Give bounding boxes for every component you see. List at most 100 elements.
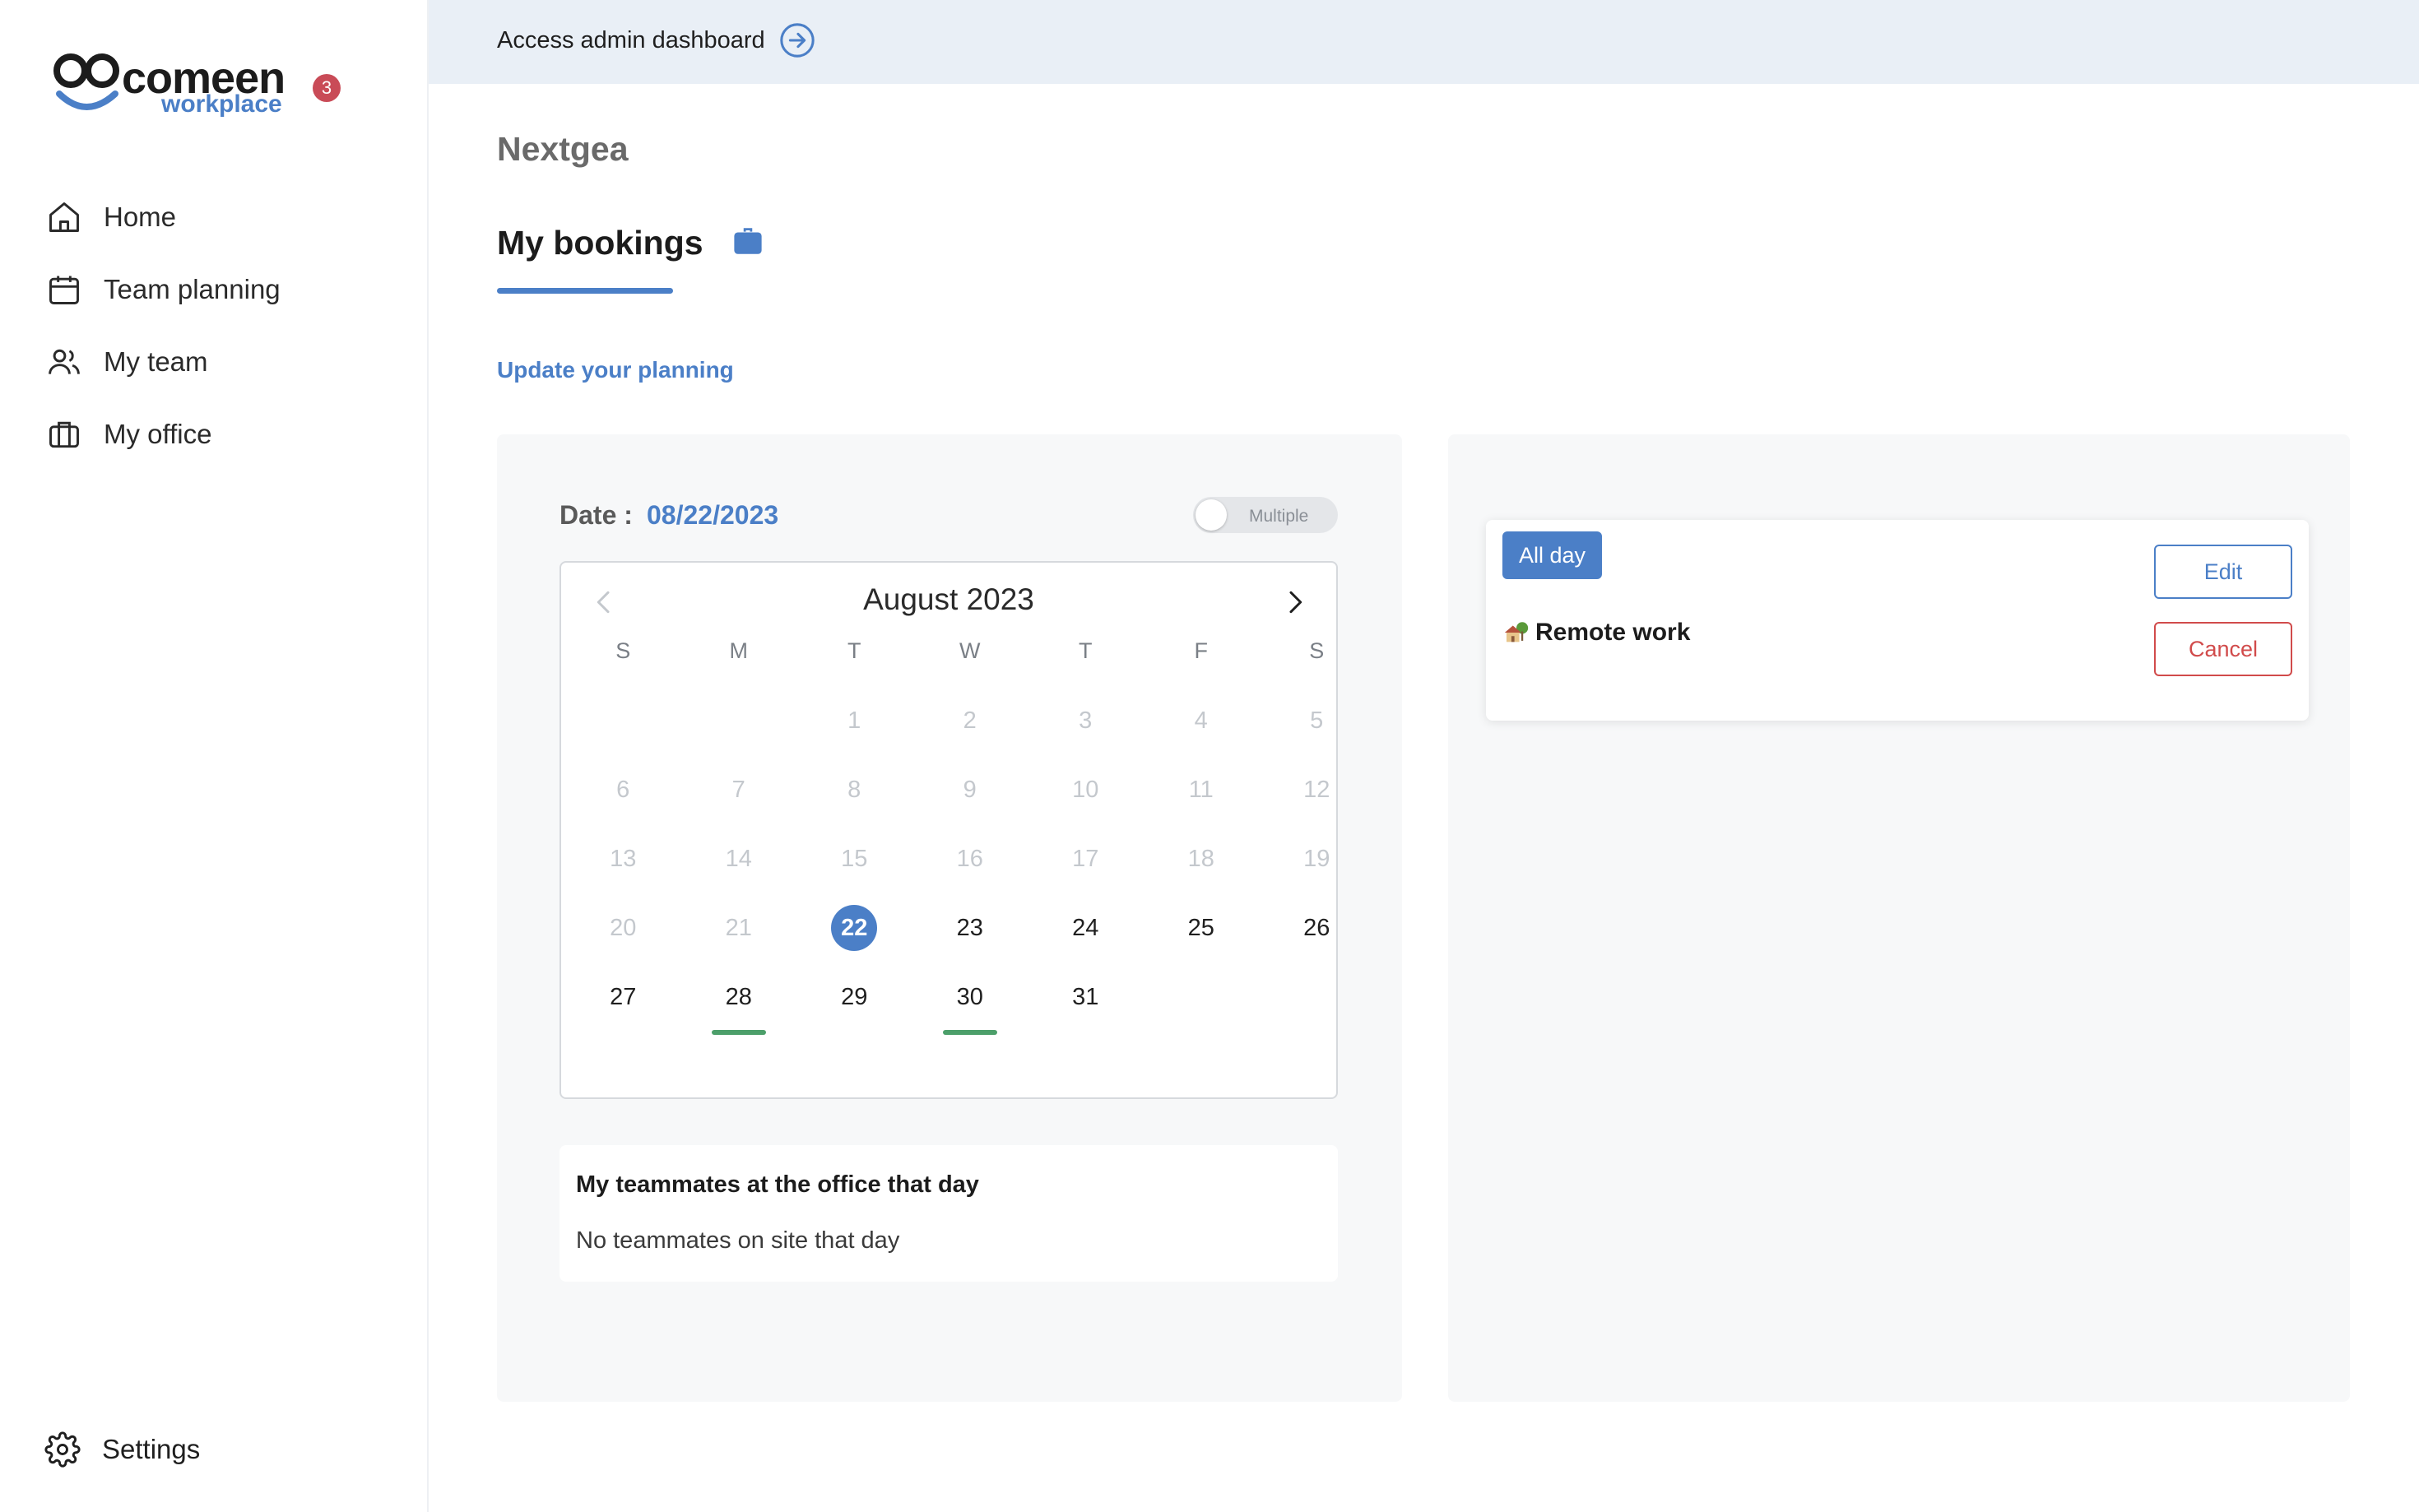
weekday-label: W [959,638,981,663]
date-panel: Date : 08/22/2023 Multiple August 2023 S… [497,434,1402,1402]
calendar-day-number: 2 [963,707,977,734]
sidebar-item-label: Home [104,202,177,232]
calendar-day-number: 19 [1303,846,1330,872]
sidebar-item-home[interactable]: Home [46,181,408,253]
calendar-day-number: 31 [1072,984,1099,1010]
calendar-day-selected[interactable]: 22 [825,903,883,953]
teammates-title: My teammates at the office that day [576,1171,979,1198]
briefcase-icon [49,421,79,448]
calendar-day[interactable]: 25 [1172,903,1230,953]
calendar-day-number: 25 [1187,915,1214,941]
update-planning-link[interactable]: Update your planning [497,357,734,383]
calendar-day: 8 [825,765,883,814]
calendar-day: 2 [941,696,999,745]
booking-panel: All day Remote work Edit Cancel [1448,434,2350,1402]
sidebar: comeen workplace 3 Home Team planning My… [0,0,429,1512]
arrow-right-circle-icon [779,23,815,58]
calendar-day: 12 [1288,765,1345,814]
calendar-day-number: 6 [616,777,630,803]
calendar-day[interactable]: 24 [1056,903,1114,953]
teammates-card: My teammates at the office that day No t… [559,1145,1338,1282]
comeen-logo[interactable]: comeen workplace [51,51,298,120]
calendar-day-number: 7 [731,777,745,803]
calendar-day-number: 9 [963,777,977,803]
calendar-day-number: 27 [610,984,637,1010]
calendar-day-number: 13 [610,846,637,872]
calendar-day[interactable]: 26 [1288,903,1345,953]
calendar-month-label: August 2023 [863,582,1034,616]
admin-dashboard-label: Access admin dashboard [497,26,765,53]
company-name: Nextgea [497,130,629,168]
booked-day-marker [711,1030,766,1035]
calendar-day: 15 [825,834,883,884]
logo-subtitle: workplace [161,90,282,118]
main-nav: Home Team planning My team My office [46,181,408,471]
calendar-day: 14 [710,834,768,884]
briefcase-icon [734,228,762,254]
calendar-day[interactable]: 30 [941,972,999,1035]
page-title: My bookings [497,224,703,262]
calendar-day: 5 [1288,696,1345,745]
users-icon [49,349,80,374]
sidebar-item-my-office[interactable]: My office [46,398,408,471]
calendar-day-number: 26 [1303,915,1330,941]
sidebar-item-my-team[interactable]: My team [46,326,408,398]
calendar-day[interactable]: 31 [1056,972,1114,1022]
calendar-day[interactable]: 29 [825,972,883,1022]
calendar-day: 19 [1288,834,1345,884]
calendar-day: 9 [941,765,999,814]
booking-card: All day Remote work Edit Cancel [1486,520,2309,721]
sidebar-item-label: My office [104,419,212,449]
toggle-label: Multiple [1249,507,1309,526]
all-day-chip: All day [1502,531,1603,579]
active-tab-underline [497,288,673,294]
calendar-day: 6 [594,765,652,814]
calendar-day-number: 15 [841,846,868,872]
calendar-day: 7 [710,765,768,814]
admin-dashboard-link[interactable]: Access admin dashboard [497,21,816,59]
calendar-day[interactable]: 27 [594,972,652,1022]
calendar-day: 10 [1056,765,1114,814]
calendar-day: 18 [1172,834,1230,884]
weekday-label: F [1194,638,1209,663]
calendar-day: 21 [710,903,768,953]
multiple-toggle[interactable]: Multiple [1193,497,1338,533]
calendar-day: 1 [825,696,883,745]
calendar-day-number: 4 [1194,707,1208,734]
cancel-button[interactable]: Cancel [2154,622,2292,676]
calendar-day: 11 [1172,765,1230,814]
calendar-day[interactable]: 28 [710,972,768,1035]
weekday-label: T [1079,638,1093,663]
calendar-day-number: 14 [725,846,752,872]
house-tree-icon [1504,622,1529,642]
calendar-day-number: 21 [725,915,752,941]
calendar-day-number: 16 [956,846,983,872]
calendar-day-number: 23 [956,915,983,941]
chevron-right-icon[interactable] [1279,586,1312,619]
settings-label: Settings [102,1434,201,1464]
calendar-day-number: 8 [847,777,861,803]
calendar-day-number: 24 [1072,915,1099,941]
calendar-day[interactable]: 23 [941,903,999,953]
calendar-day: 16 [941,834,999,884]
sidebar-item-settings[interactable]: Settings [44,1431,200,1468]
admin-banner: Access admin dashboard [429,0,2419,84]
teammates-empty-text: No teammates on site that day [576,1227,900,1254]
notification-badge[interactable]: 3 [313,74,341,102]
calendar-day-number: 1 [847,707,861,734]
calendar-day-number: 18 [1187,846,1214,872]
comeen-logo-mark-icon [53,53,119,110]
booking-type: Remote work [1502,619,1690,647]
calendar-day-number: 10 [1072,777,1099,803]
toggle-knob [1196,499,1227,531]
calendar-day-number: 11 [1188,777,1214,803]
calendar-day: 4 [1172,696,1230,745]
sidebar-item-label: Team planning [104,274,281,304]
home-icon [49,202,79,232]
selected-date: 08/22/2023 [647,500,779,530]
sidebar-item-team-planning[interactable]: Team planning [46,253,408,326]
edit-button[interactable]: Edit [2154,545,2292,599]
calendar-day-number: 30 [956,984,983,1010]
gear-icon [44,1431,81,1468]
calendar-day: 3 [1056,696,1114,745]
